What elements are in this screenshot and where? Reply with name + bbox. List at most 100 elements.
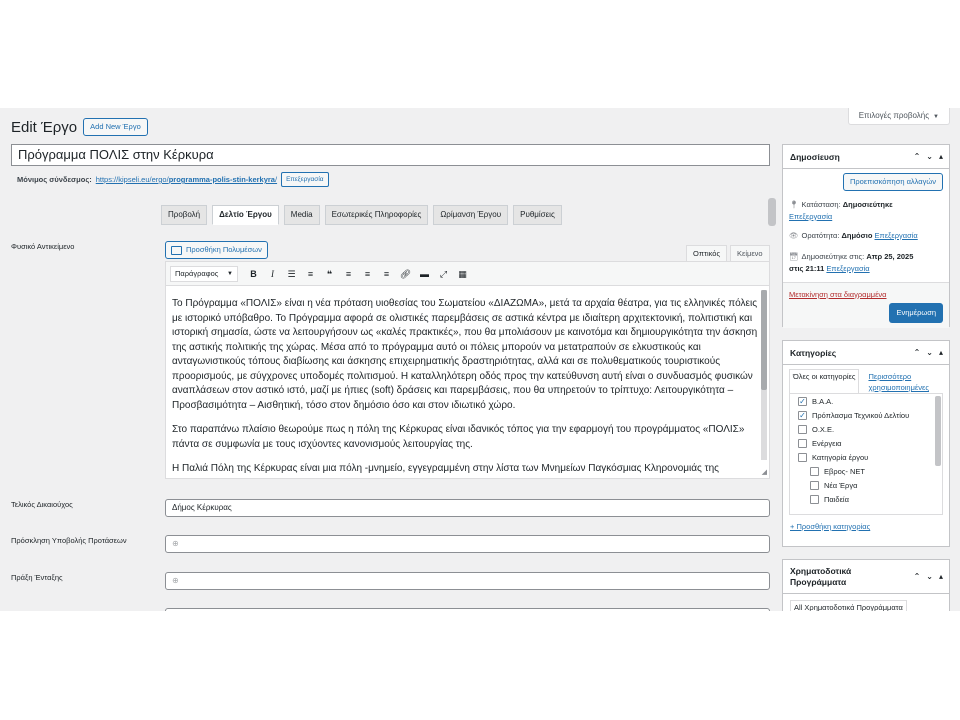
permalink-slug: programma-polis-stin-kerkyra [168,175,275,184]
category-scrollbar[interactable] [935,396,941,466]
publish-box-body: Προεπισκόπηση αλλαγών [783,169,949,191]
pin-icon: 📍︎ [789,200,799,209]
page-scrollbar[interactable] [768,198,776,226]
checkbox-icon[interactable] [810,480,819,490]
permalink-label: Μόνιμος σύνδεσμος: [17,175,92,184]
screen-options-label: Επιλογές προβολής [858,111,930,120]
globe-icon: ⊕ [172,576,179,585]
tab-visual[interactable]: Οπτικός [686,245,728,262]
next-field-input[interactable] [165,608,770,611]
tab-text[interactable]: Κείμενο [730,245,770,262]
read-more-icon[interactable]: ▬ [415,266,434,282]
tab-settings[interactable]: Ρυθμίσεις [513,205,562,225]
permalink-trail: / [274,175,278,184]
inclusion-url-input[interactable]: ⊕ [165,572,770,590]
chevron-down-icon[interactable]: ⌄ [926,152,933,161]
screen-options-button[interactable]: Επιλογές προβολής ▼ [847,108,950,125]
category-tabs: Όλες οι κατηγορίες Περισσότερο χρησιμοπο… [789,369,945,395]
tab-all-funding[interactable]: All Χρηματοδοτικά Προγράμματα [790,600,907,611]
align-right-icon[interactable]: ≡ [377,266,396,282]
post-title-input[interactable]: Πρόγραμμα ΠΟΛΙΣ στην Κέρκυρα [11,144,770,166]
category-item[interactable]: Ενέργεια [790,436,942,450]
category-item[interactable]: Παιδεία [790,492,942,506]
funding-programs-box: Χρηματοδοτικά Προγράμματα ⌃ ⌄ ▴ All Χρηματ… [782,559,950,611]
chevron-up-icon[interactable]: ⌃ [914,152,921,161]
beneficiary-input[interactable]: Δήμος Κέρκυρας [165,499,770,517]
category-label: Κατηγορία έργου [812,452,869,462]
tab-view[interactable]: Προβολή [161,205,208,225]
permalink-link[interactable]: https://kipseli.eu/ergo/programma-polis-… [96,175,277,184]
chevron-up-icon[interactable]: ⌃ [914,572,921,581]
page-title: Edit Έργο [11,118,78,136]
tab-project-sheet[interactable]: Δελτίο Έργου [212,205,279,225]
edit-slug-button[interactable]: Επεξεργασία [281,172,329,187]
category-item[interactable]: ✓ Πρόπλασμα Τεχνικού Δελτίου [790,408,942,422]
published-time: στις 21:11 [789,264,825,273]
checkbox-checked-icon[interactable]: ✓ [798,396,807,406]
add-category-link[interactable]: + Προσθήκη κατηγορίας [790,522,870,531]
checkbox-icon[interactable] [810,494,819,504]
edit-status-link[interactable]: Επεξεργασία [789,212,832,221]
category-item[interactable]: Κατηγορία έργου [790,450,942,464]
wp-admin-edit-screen: Επιλογές προβολής ▼ Edit Έργο Add New Έργ… [0,108,960,611]
edit-visibility-link[interactable]: Επεξεργασία [875,231,918,240]
toolbar-toggle-icon[interactable]: ▦ [453,266,472,282]
link-icon[interactable]: 🔗︎ [396,266,415,282]
toggle-panel-icon[interactable]: ▴ [939,152,943,161]
funding-box-header: Χρηματοδοτικά Προγράμματα ⌃ ⌄ ▴ [783,560,949,594]
category-label: Ο.Χ.Ε. [812,424,835,434]
category-item[interactable]: ✓ Β.Α.Α. [790,394,942,408]
categories-box-title: Κατηγορίες [790,347,837,358]
call-url-input[interactable]: ⊕ [165,535,770,553]
chevron-down-icon[interactable]: ⌄ [926,348,933,357]
checkbox-icon[interactable] [798,424,807,434]
tab-most-used[interactable]: Περισσότερο χρησιμοποιημένες [865,369,945,395]
blockquote-icon[interactable]: ❝ [320,266,339,282]
tab-media[interactable]: Media [283,205,320,225]
category-label: Νέα Έργα [824,480,858,490]
category-label: Εβρος- ΝΕΤ [824,466,865,476]
chevron-down-icon[interactable]: ⌄ [926,572,933,581]
italic-icon[interactable]: I [263,266,282,282]
align-center-icon[interactable]: ≡ [358,266,377,282]
preview-button[interactable]: Προεπισκόπηση αλλαγών [842,173,943,191]
align-left-icon[interactable]: ≡ [339,266,358,282]
editor-content[interactable]: Το Πρόγραμμα «ΠΟΛΙΣ» είναι η νέα πρόταση… [172,297,758,473]
resize-handle-icon[interactable]: ◢ [762,468,767,476]
format-select-value: Παράγραφος [175,268,219,278]
fullscreen-icon[interactable]: ⤢ [434,266,453,282]
toggle-panel-icon[interactable]: ▴ [939,348,943,357]
category-item[interactable]: Νέα Έργα [790,478,942,492]
update-button[interactable]: Ενημέρωση [889,303,943,323]
bold-icon[interactable]: B [244,266,263,282]
numbered-list-icon[interactable]: ≡ [301,266,320,282]
category-item[interactable]: Ο.Χ.Ε. [790,422,942,436]
scrollbar-thumb[interactable] [761,290,767,390]
content-editor: Παράγραφος ▼ B I ☰ ≡ ❝ ≡ ≡ ≡ 🔗︎ ▬ ⤢ ▦ Το … [165,261,770,479]
trash-link[interactable]: Μετακίνηση στα διαγραμμένα [789,290,887,299]
edit-date-link[interactable]: Επεξεργασία [826,264,869,273]
eye-icon: 👁︎ [789,231,799,240]
category-item[interactable]: Εβρος- ΝΕΤ [790,464,942,478]
checkbox-icon[interactable] [798,452,807,462]
call-label: Πρόσκληση Υποβολής Προτάσεων [11,536,127,545]
chevron-up-icon[interactable]: ⌃ [914,348,921,357]
checkbox-icon[interactable] [798,438,807,448]
visibility-value: Δημόσιο [841,231,873,240]
checkbox-icon[interactable] [810,466,819,476]
field-group-tabs: Προβολή Δελτίο Έργου Media Εσωτερικές Πλ… [161,205,562,225]
editor-scrollbar[interactable] [761,290,767,460]
add-media-button[interactable]: Προσθήκη Πολυμέσων [165,241,268,259]
published-date-row: 📅︎ Δημοσιεύτηκε στις: Απρ 25, 2025 στις 2… [789,251,913,275]
physical-object-label: Φυσικό Αντικείμενο [11,242,75,251]
caret-down-icon: ▼ [227,270,233,277]
tab-all-categories[interactable]: Όλες οι κατηγορίες [789,369,860,395]
tab-internal-info[interactable]: Εσωτερικές Πληροφορίες [324,205,429,225]
add-new-button[interactable]: Add New Έργο [83,118,148,136]
bullet-list-icon[interactable]: ☰ [282,266,301,282]
tab-maturity[interactable]: Ωρίμανση Έργου [433,205,509,225]
checkbox-checked-icon[interactable]: ✓ [798,410,807,420]
publish-box: Δημοσίευση ⌃ ⌄ ▴ Προεπισκόπηση αλλαγών 📍︎ Κ… [782,144,950,328]
toggle-panel-icon[interactable]: ▴ [939,572,943,581]
format-select[interactable]: Παράγραφος ▼ [170,265,238,282]
